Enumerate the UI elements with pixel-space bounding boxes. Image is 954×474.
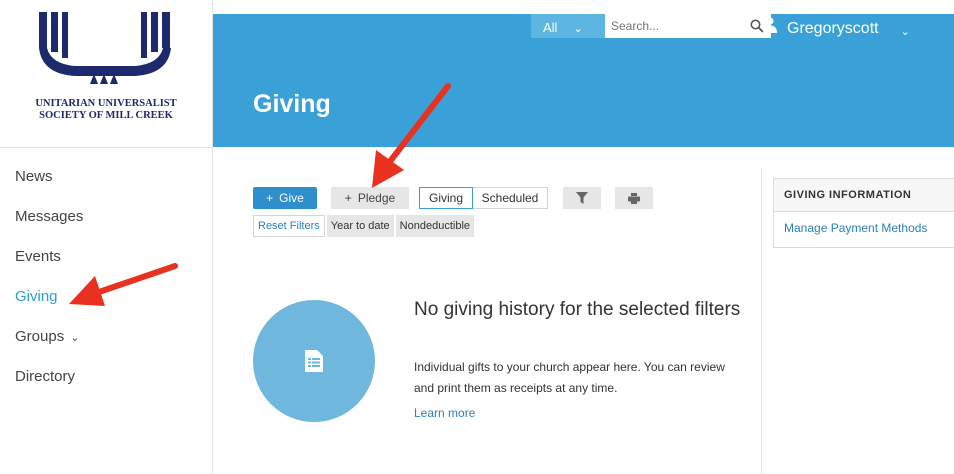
- filter-chip-nondeductible[interactable]: Nondeductible: [395, 215, 475, 237]
- tab-label: Scheduled: [481, 191, 539, 205]
- search-scope-value: All: [543, 20, 558, 35]
- empty-state-description: Individual gifts to your church appear h…: [414, 360, 725, 395]
- manage-payment-methods-link[interactable]: Manage Payment Methods: [774, 221, 954, 235]
- sidebar: UNITARIAN UNIVERSALIST SOCIETY OF MILL C…: [0, 0, 213, 474]
- pledge-button-label: Pledge: [357, 191, 396, 205]
- pledge-button[interactable]: + Pledge: [331, 187, 409, 209]
- chevron-down-icon: ⌄: [573, 23, 583, 35]
- sidebar-item-label: Groups: [15, 328, 65, 345]
- user-icon: [763, 17, 777, 38]
- document-icon: [305, 350, 323, 372]
- sidebar-item-events[interactable]: Events: [15, 242, 83, 282]
- header-banner: All ⌄ Gregoryscott ⌄ Giving: [213, 14, 954, 147]
- learn-more-link[interactable]: Learn more: [414, 406, 475, 420]
- tab-scheduled[interactable]: Scheduled: [473, 188, 547, 208]
- sidebar-item-messages[interactable]: Messages: [15, 202, 83, 242]
- tab-label: Giving: [428, 191, 463, 205]
- print-button[interactable]: [615, 187, 653, 209]
- giving-information-panel: GIVING INFORMATION Manage Payment Method…: [773, 178, 954, 248]
- sidebar-divider: [0, 147, 212, 148]
- chevron-down-icon: ⌄: [70, 332, 80, 344]
- user-menu[interactable]: Gregoryscott ⌄: [763, 14, 910, 38]
- filter-button[interactable]: [563, 187, 601, 209]
- org-name-line-2: SOCIETY OF MILL CREEK: [39, 110, 173, 121]
- search-bar: All ⌄: [531, 14, 771, 38]
- user-name: Gregoryscott: [787, 20, 879, 37]
- content-divider: [761, 168, 762, 474]
- panel-heading: GIVING INFORMATION: [774, 179, 954, 212]
- print-icon: [628, 192, 640, 204]
- sidebar-item-directory[interactable]: Directory: [15, 362, 83, 402]
- active-filters: Reset Filters Year to date Nondeductible: [253, 215, 476, 237]
- sidebar-item-label: News: [15, 168, 53, 185]
- tab-giving[interactable]: Giving: [419, 187, 473, 209]
- sidebar-item-label: Giving: [15, 288, 58, 305]
- chevron-down-icon: ⌄: [900, 26, 910, 38]
- empty-state-title: No giving history for the selected filte…: [414, 299, 741, 320]
- sidebar-item-label: Directory: [15, 368, 76, 385]
- sidebar-nav: News Messages Events Giving Groups ⌄ Dire…: [15, 162, 83, 402]
- sidebar-item-groups[interactable]: Groups ⌄: [15, 322, 83, 362]
- plus-icon: +: [344, 191, 352, 205]
- main-content: + Give + Pledge Giving Scheduled Reset F…: [213, 147, 761, 474]
- view-toggle: Giving Scheduled: [419, 187, 548, 209]
- reset-filters-button[interactable]: Reset Filters: [253, 215, 325, 237]
- plus-icon: +: [266, 191, 274, 205]
- search-input[interactable]: [605, 14, 743, 38]
- page-title: Giving: [253, 90, 331, 118]
- sidebar-item-label: Events: [15, 248, 61, 265]
- giving-toolbar: + Give + Pledge Giving Scheduled: [253, 187, 653, 209]
- empty-state-illustration: [253, 300, 375, 422]
- search-scope-select[interactable]: All ⌄: [531, 14, 605, 38]
- give-button[interactable]: + Give: [253, 187, 317, 209]
- filter-icon: [576, 192, 588, 204]
- org-name-line-1: UNITARIAN UNIVERSALIST: [35, 98, 177, 109]
- give-button-label: Give: [279, 191, 304, 205]
- sidebar-item-news[interactable]: News: [15, 162, 83, 202]
- filter-chip-year-to-date[interactable]: Year to date: [326, 215, 394, 237]
- church-logo[interactable]: [30, 8, 180, 86]
- sidebar-item-giving[interactable]: Giving: [15, 282, 83, 322]
- organization-name: UNITARIAN UNIVERSALIST SOCIETY OF MILL C…: [0, 98, 212, 122]
- sidebar-item-label: Messages: [15, 208, 84, 225]
